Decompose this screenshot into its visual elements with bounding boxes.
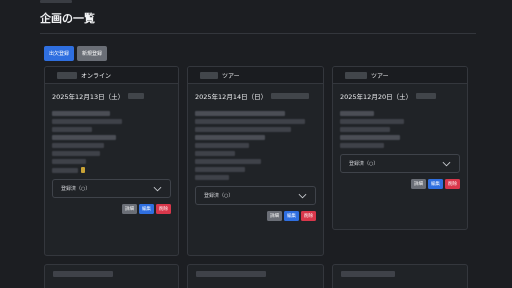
status-value: 登録済（○） [61, 186, 91, 192]
event-card: ツアー 2025年12月14日（日） 登録済（○） 詳細 編集 削除 [187, 66, 324, 256]
event-card: オンライン 2025年12月13日（土） 登録済（○） 詳細 編集 削除 [44, 66, 179, 256]
event-date: 2025年12月14日（日） [195, 93, 268, 101]
event-date: 2025年12月13日（土） [52, 93, 125, 101]
event-description-redacted [195, 111, 316, 180]
event-name-redacted [57, 71, 77, 79]
status-select[interactable]: 登録済（○） [195, 186, 316, 205]
card-body: 2025年12月14日（日） 登録済（○） 詳細 編集 削除 [188, 84, 323, 221]
detail-button[interactable]: 詳細 [122, 204, 137, 214]
event-date-row: 2025年12月14日（日） [195, 91, 316, 101]
card-body: 2025年12月20日（土） 登録済（○） 詳細 編集 削除 [333, 84, 467, 189]
event-description-redacted [340, 111, 460, 148]
page-title: 企画の一覧 [40, 12, 95, 25]
event-name-redacted [200, 71, 218, 79]
detail-button[interactable]: 詳細 [411, 179, 426, 189]
event-card-partial [332, 264, 468, 288]
event-time-redacted [271, 93, 310, 99]
card-header: オンライン [45, 67, 178, 84]
delete-button[interactable]: 削除 [301, 211, 316, 221]
accent-mark [81, 167, 85, 173]
event-card-partial [44, 264, 179, 288]
new-register-button[interactable]: 新規登録 [77, 46, 108, 61]
event-card: ツアー 2025年12月20日（土） 登録済（○） 詳細 編集 削除 [332, 66, 468, 230]
card-actions: 詳細 編集 削除 [195, 211, 316, 221]
edit-button[interactable]: 編集 [284, 211, 299, 221]
edit-button[interactable]: 編集 [139, 204, 154, 214]
event-date-row: 2025年12月20日（土） [340, 91, 460, 101]
card-actions: 詳細 編集 削除 [52, 204, 171, 214]
event-date-row: 2025年12月13日（土） [52, 91, 171, 101]
card-header: ツアー [333, 67, 467, 84]
status-select[interactable]: 登録済（○） [52, 179, 171, 198]
chevron-down-icon [153, 186, 162, 191]
top-nav-remnant [40, 0, 72, 3]
card-header: ツアー [188, 67, 323, 84]
status-value: 登録済（○） [349, 161, 379, 167]
event-name-redacted [345, 71, 367, 79]
event-type: ツアー [371, 72, 389, 80]
title-divider [40, 33, 476, 34]
status-select[interactable]: 登録済（○） [340, 154, 460, 173]
card-actions: 詳細 編集 削除 [340, 179, 460, 189]
event-type: ツアー [222, 72, 240, 80]
attendance-register-button[interactable]: 出欠登録 [44, 46, 75, 61]
toolbar: 出欠登録 新規登録 [44, 46, 108, 61]
detail-button[interactable]: 詳細 [267, 211, 282, 221]
delete-button[interactable]: 削除 [445, 179, 460, 189]
event-time-redacted [128, 93, 145, 99]
chevron-down-icon [298, 193, 307, 198]
event-type: オンライン [81, 72, 112, 80]
event-description-redacted [52, 111, 171, 173]
delete-button[interactable]: 削除 [156, 204, 171, 214]
status-value: 登録済（○） [204, 193, 234, 199]
event-time-redacted [416, 93, 437, 99]
event-date: 2025年12月20日（土） [340, 93, 413, 101]
chevron-down-icon [442, 161, 451, 166]
event-card-partial [187, 264, 324, 288]
edit-button[interactable]: 編集 [428, 179, 443, 189]
card-body: 2025年12月13日（土） 登録済（○） 詳細 編集 削除 [45, 84, 178, 214]
